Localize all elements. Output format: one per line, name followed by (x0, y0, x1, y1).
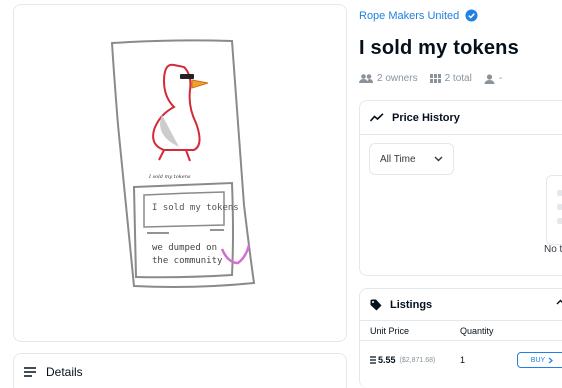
listings-header[interactable]: Listings (360, 289, 562, 321)
person-icon (484, 73, 495, 84)
column-quantity: Quantity (460, 325, 494, 336)
total-count: 2 total (444, 73, 472, 84)
listing-price: 5.55 (378, 355, 396, 365)
owner-stat[interactable]: - (484, 73, 502, 84)
no-data-text: No t (544, 244, 562, 255)
listings-column-headers: Unit Price Quantity (360, 321, 562, 341)
details-title: Details (46, 365, 83, 379)
chevron-down-icon (434, 156, 443, 162)
grid-icon (429, 74, 441, 83)
time-range-value: All Time (380, 153, 416, 165)
artwork-card[interactable]: I sold my tokens I sold my tokens we dum… (13, 4, 347, 342)
empty-chart-placeholder (546, 175, 562, 245)
chevron-right-icon (548, 357, 554, 363)
listings-card: Listings Unit Price Quantity 5.55 ($2,87… (359, 288, 562, 388)
listing-quantity: 1 (460, 355, 466, 365)
chevron-up-icon[interactable] (556, 299, 562, 305)
column-unit-price: Unit Price (370, 325, 410, 336)
menu-lines-icon (24, 367, 36, 377)
price-history-card: Price History All Time No t (359, 100, 562, 276)
time-range-select[interactable]: All Time (369, 143, 454, 175)
artwork-box-line1: I sold my tokens (152, 203, 239, 213)
buy-button-label: BUY (530, 356, 546, 364)
collection-link[interactable]: Rope Makers United (359, 9, 478, 22)
item-title: I sold my tokens (359, 37, 519, 59)
collection-name[interactable]: Rope Makers United (359, 10, 459, 22)
artwork-caption: I sold my tokens (148, 174, 191, 180)
bird-drawing (152, 63, 209, 162)
details-card[interactable]: Details (13, 353, 347, 388)
item-stats: 2 owners 2 total - (359, 73, 514, 84)
listing-price-usd: ($2,871.68) (399, 356, 436, 364)
buy-button[interactable]: BUY (517, 352, 562, 368)
verified-badge-icon (465, 9, 478, 22)
eth-icon (370, 356, 376, 364)
listings-title: Listings (390, 298, 433, 311)
trend-icon (370, 113, 384, 122)
artwork-image: I sold my tokens I sold my tokens we dum… (110, 39, 256, 288)
owners-icon (359, 74, 373, 83)
price-history-title: Price History (392, 111, 460, 124)
tag-icon (370, 299, 382, 310)
owners-stat[interactable]: 2 owners (359, 73, 418, 84)
artwork-box-line2: we dumped on (152, 243, 217, 253)
artwork-box-line3: the community (152, 256, 223, 266)
owners-count: 2 owners (377, 73, 418, 84)
price-history-header[interactable]: Price History (360, 101, 562, 135)
owner-name: - (498, 73, 503, 84)
total-stat: 2 total (429, 73, 472, 84)
listing-price-cell: 5.55 ($2,871.68) (370, 355, 460, 365)
